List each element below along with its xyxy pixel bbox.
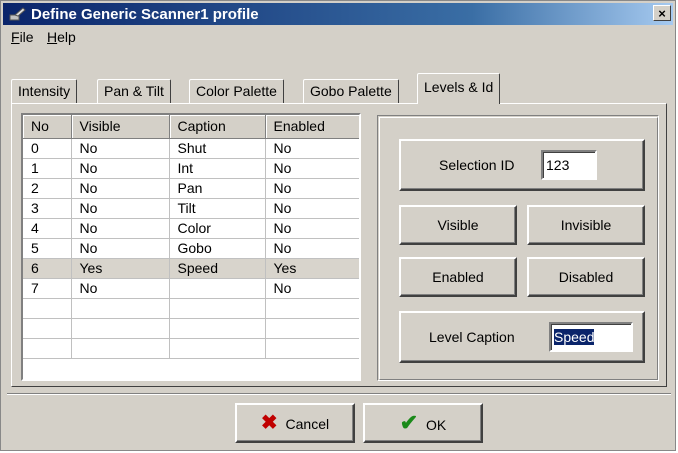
- cell-visible[interactable]: No: [71, 278, 170, 299]
- selection-id-label: Selection ID: [439, 157, 515, 173]
- window-title: Define Generic Scanner1 profile: [31, 6, 259, 23]
- table-row[interactable]: 6 Yes Speed Yes: [23, 258, 359, 279]
- menu-file[interactable]: File: [11, 29, 34, 45]
- table-row-empty[interactable]: [23, 318, 359, 339]
- cell-enabled[interactable]: No: [265, 138, 359, 159]
- cell-no[interactable]: 2: [23, 178, 72, 199]
- cell-empty[interactable]: [265, 298, 359, 319]
- level-caption-panel: Level Caption Speed: [399, 311, 645, 363]
- table-row[interactable]: 0 No Shut No: [23, 138, 359, 159]
- cancel-button[interactable]: ✖ Cancel: [235, 403, 355, 443]
- cell-no[interactable]: 3: [23, 198, 72, 219]
- table-row[interactable]: 1 No Int No: [23, 158, 359, 179]
- cell-enabled[interactable]: No: [265, 218, 359, 239]
- cell-visible[interactable]: Yes: [71, 258, 170, 279]
- cell-caption[interactable]: Gobo: [169, 238, 266, 259]
- disabled-button[interactable]: Disabled: [527, 257, 645, 297]
- table-row[interactable]: 5 No Gobo No: [23, 238, 359, 259]
- footer-divider: [7, 393, 671, 395]
- cell-caption[interactable]: [169, 278, 266, 299]
- cell-enabled[interactable]: No: [265, 198, 359, 219]
- cell-enabled[interactable]: Yes: [265, 258, 359, 279]
- cell-caption[interactable]: Shut: [169, 138, 266, 159]
- cell-caption[interactable]: Int: [169, 158, 266, 179]
- cell-no[interactable]: 4: [23, 218, 72, 239]
- col-header-enabled[interactable]: Enabled: [265, 115, 359, 139]
- ok-button[interactable]: ✔ OK: [363, 403, 483, 443]
- enabled-button[interactable]: Enabled: [399, 257, 517, 297]
- cell-empty[interactable]: [71, 298, 170, 319]
- cell-empty[interactable]: [71, 318, 170, 339]
- cell-visible[interactable]: No: [71, 238, 170, 259]
- selection-id-panel: Selection ID 123: [399, 139, 645, 191]
- cell-visible[interactable]: No: [71, 178, 170, 199]
- cell-empty[interactable]: [23, 338, 72, 359]
- cell-empty[interactable]: [265, 318, 359, 339]
- cell-no[interactable]: 1: [23, 158, 72, 179]
- table-row[interactable]: 3 No Tilt No: [23, 198, 359, 219]
- grid-body: 0 No Shut No 1 No Int No 2 No Pan No 3 No Tilt No 4 No Col…: [23, 138, 359, 359]
- cell-enabled[interactable]: No: [265, 178, 359, 199]
- cell-caption[interactable]: Pan: [169, 178, 266, 199]
- visible-button[interactable]: Visible: [399, 205, 517, 245]
- check-icon: ✔: [399, 410, 419, 435]
- cell-empty[interactable]: [23, 298, 72, 319]
- cell-caption[interactable]: Color: [169, 218, 266, 239]
- cell-empty[interactable]: [169, 338, 266, 359]
- cell-visible[interactable]: No: [71, 138, 170, 159]
- level-caption-label: Level Caption: [429, 329, 515, 345]
- cell-visible[interactable]: No: [71, 158, 170, 179]
- col-header-visible[interactable]: Visible: [71, 115, 170, 139]
- tab-color-palette[interactable]: Color Palette: [189, 79, 284, 103]
- cell-no[interactable]: 5: [23, 238, 72, 259]
- cell-enabled[interactable]: No: [265, 158, 359, 179]
- close-icon: ×: [658, 6, 666, 21]
- tab-pan-tilt[interactable]: Pan & Tilt: [97, 79, 171, 103]
- col-header-no[interactable]: No: [23, 115, 72, 139]
- cell-empty[interactable]: [169, 318, 266, 339]
- tab-gobo-palette[interactable]: Gobo Palette: [303, 79, 399, 103]
- level-caption-input[interactable]: Speed: [549, 322, 633, 352]
- close-button[interactable]: ×: [653, 5, 671, 21]
- table-row[interactable]: 2 No Pan No: [23, 178, 359, 199]
- cell-enabled[interactable]: No: [265, 238, 359, 259]
- grid-header-row: No Visible Caption Enabled: [23, 115, 359, 139]
- levels-grid[interactable]: No Visible Caption Enabled 0 No Shut No 1 No I…: [21, 113, 361, 381]
- cell-empty[interactable]: [265, 338, 359, 359]
- cell-caption[interactable]: Tilt: [169, 198, 266, 219]
- cell-no[interactable]: 0: [23, 138, 72, 159]
- tab-levels-id[interactable]: Levels & Id: [417, 73, 501, 104]
- dialog-window: Define Generic Scanner1 profile × File H…: [0, 0, 676, 451]
- tab-intensity[interactable]: Intensity: [11, 79, 78, 103]
- menu-help[interactable]: Help: [47, 29, 76, 45]
- scanner-app-icon: [9, 7, 26, 21]
- invisible-button[interactable]: Invisible: [527, 205, 645, 245]
- selection-id-input[interactable]: 123: [541, 150, 597, 180]
- cell-empty[interactable]: [169, 298, 266, 319]
- col-header-caption[interactable]: Caption: [169, 115, 266, 139]
- cell-visible[interactable]: No: [71, 198, 170, 219]
- title-bar[interactable]: Define Generic Scanner1 profile ×: [3, 3, 673, 25]
- table-row-empty[interactable]: [23, 338, 359, 359]
- cell-caption[interactable]: Speed: [169, 258, 266, 279]
- cell-empty[interactable]: [23, 318, 72, 339]
- cell-empty[interactable]: [71, 338, 170, 359]
- cell-enabled[interactable]: No: [265, 278, 359, 299]
- cell-visible[interactable]: No: [71, 218, 170, 239]
- cell-no[interactable]: 6: [23, 258, 72, 279]
- table-row-empty[interactable]: [23, 298, 359, 319]
- cell-no[interactable]: 7: [23, 278, 72, 299]
- table-row[interactable]: 7 No No: [23, 278, 359, 299]
- x-icon: ✖: [260, 412, 278, 434]
- table-row[interactable]: 4 No Color No: [23, 218, 359, 239]
